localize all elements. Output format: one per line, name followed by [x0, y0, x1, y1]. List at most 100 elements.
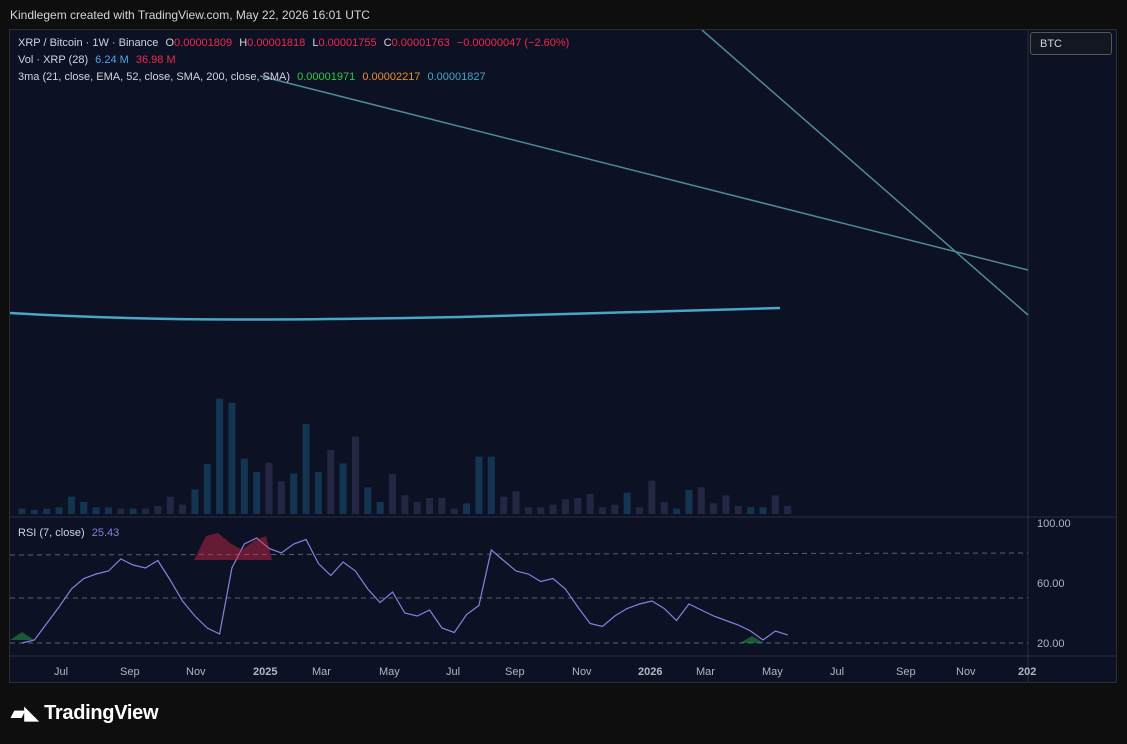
volume-bar [771, 495, 779, 514]
volume-bar [549, 504, 557, 514]
volume-bar [179, 504, 187, 514]
chart-canvas[interactable]: 0.000035000.000030000.000025000.00002000… [9, 29, 1116, 682]
chart-credit: Kindlegem created with TradingView.com, … [10, 8, 370, 22]
price-pane [10, 30, 1028, 517]
legend-rsi: RSI (7, close) 25.43 [18, 527, 123, 539]
volume-bar [92, 507, 100, 514]
rsi-tick-label: 60.00 [1037, 578, 1065, 590]
legend-h-value: 0.00001818 [247, 37, 306, 49]
volume-bar [697, 487, 705, 514]
volume-bar [475, 456, 483, 514]
time-axis-label: Nov [956, 666, 976, 678]
tradingview-logo: ▰◣ TradingView [11, 702, 159, 725]
volume-bar [438, 498, 446, 514]
rsi-pane [10, 518, 1028, 655]
volume-bar [43, 508, 51, 514]
volume-bar [710, 503, 718, 514]
volume-bar [759, 507, 767, 514]
legend-o-label: O [165, 37, 175, 49]
volume-bar [339, 463, 347, 514]
volume-bar [351, 436, 359, 514]
volume-bar [574, 498, 582, 514]
volume-bar [537, 507, 545, 514]
volume-bar [30, 510, 38, 514]
time-axis-label: Sep [505, 666, 525, 678]
volume-bar [166, 496, 174, 514]
time-axis-label: May [379, 666, 400, 678]
legend-ma3: 0.00001827 [427, 71, 486, 83]
rsi-tick-label: 100.00 [1037, 518, 1071, 530]
time-axis-label: Jul [54, 666, 68, 678]
time-axis-label: Jul [446, 666, 460, 678]
volume-bar [253, 472, 261, 514]
logo-text: TradingView [44, 702, 159, 724]
legend-ma-label: 3ma (21, close, EMA, 52, close, SMA, 200… [18, 71, 291, 83]
volume-bar [191, 489, 199, 514]
volume-bar [561, 499, 569, 514]
volume-bar [142, 508, 149, 514]
legend-title: XRP / Bitcoin · 1W · Binance [18, 37, 159, 49]
legend-ohlc: XRP / Bitcoin · 1W · Binance O0.00001809… [18, 37, 573, 49]
time-axis-label: Jul [830, 666, 844, 678]
volume-bar [685, 490, 693, 514]
legend-ma2: 0.00002217 [362, 71, 421, 83]
legend-o-value: 0.00001809 [174, 37, 233, 49]
volume-bar [598, 507, 606, 514]
volume-bar [463, 503, 471, 514]
legend-ma: 3ma (21, close, EMA, 52, close, SMA, 200… [18, 71, 490, 83]
volume-bar [67, 496, 75, 514]
volume-bar [18, 508, 26, 514]
volume-bar [636, 507, 643, 514]
volume-bar [376, 502, 384, 514]
volume-bar [302, 424, 310, 514]
volume-bar [784, 506, 792, 514]
time-axis-label: 202 [1018, 666, 1036, 678]
volume-bar [364, 487, 372, 514]
legend-ma1: 0.00001971 [297, 71, 356, 83]
legend-rsi-label: RSI (7, close) [18, 527, 85, 539]
volume-bar [747, 507, 755, 514]
volume-bar [401, 495, 409, 514]
volume-bar [277, 481, 285, 514]
volume-bar [327, 450, 335, 514]
legend-l-value: 0.00001755 [318, 37, 377, 49]
legend-volume: Vol · XRP (28) 6.24 M 36.98 M [18, 54, 180, 66]
time-axis-label: 2026 [638, 666, 662, 678]
volume-bar [648, 480, 656, 514]
volume-bar [314, 472, 322, 514]
symbol-button[interactable]: BTC [1030, 32, 1112, 55]
volume-bar [203, 464, 211, 514]
time-axis-label: Nov [572, 666, 592, 678]
legend-c-value: 0.00001763 [391, 37, 450, 49]
legend-vol2: 36.98 M [135, 54, 176, 66]
volume-bar [80, 502, 88, 514]
legend-vol-label: Vol · XRP (28) [18, 54, 89, 66]
volume-bar [55, 507, 63, 514]
time-axis-label: Mar [312, 666, 331, 678]
volume-bar [265, 462, 273, 514]
volume-bar [660, 502, 668, 514]
time-axis-label: Sep [120, 666, 140, 678]
time-axis-label: Nov [186, 666, 206, 678]
volume-bar [722, 495, 730, 514]
volume-bar [734, 506, 742, 514]
volume-bar [524, 507, 532, 514]
time-axis-label: Mar [696, 666, 715, 678]
volume-bar [104, 507, 112, 514]
volume-bar [117, 508, 125, 514]
volume-bar [450, 508, 458, 514]
volume-bar [512, 491, 520, 514]
volume-bar [228, 402, 236, 514]
volume-bar [413, 502, 421, 514]
volume-bar [240, 458, 248, 514]
volume-bar [611, 504, 619, 514]
volume-bar [154, 506, 162, 514]
volume-bar [426, 498, 434, 514]
volume-bar [586, 494, 594, 514]
time-axis-label: Sep [896, 666, 916, 678]
chart-frame[interactable]: 0.000035000.000030000.000025000.00002000… [9, 29, 1117, 683]
time-axis-label: May [762, 666, 783, 678]
volume-bar [216, 398, 224, 514]
legend-h-label: H [239, 37, 248, 49]
time-axis-label: 2025 [253, 666, 277, 678]
